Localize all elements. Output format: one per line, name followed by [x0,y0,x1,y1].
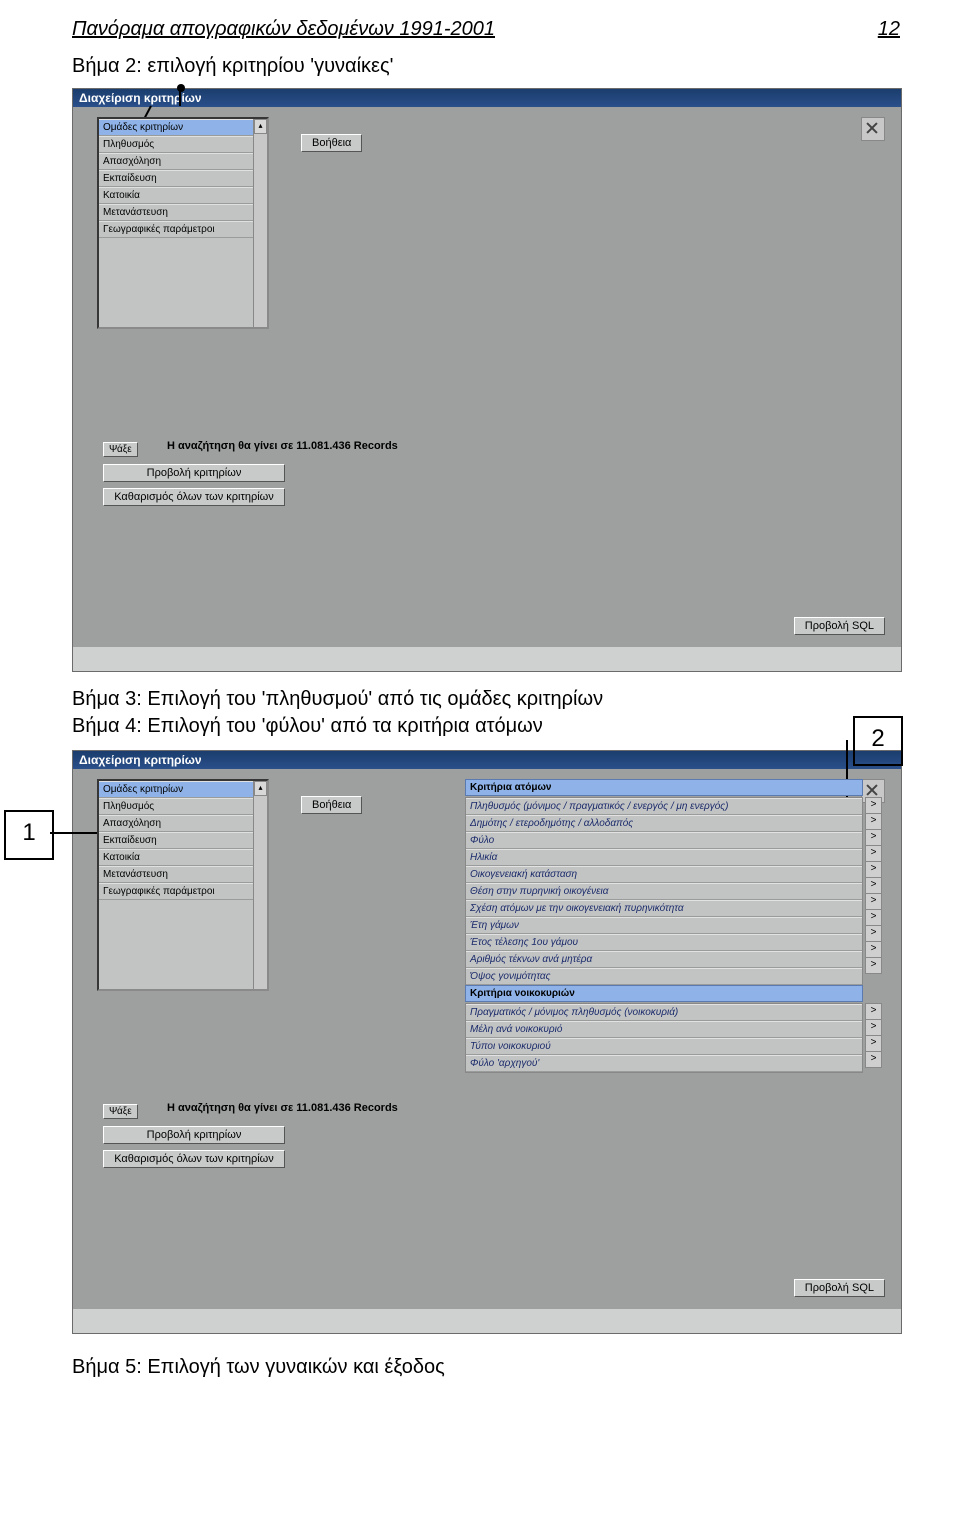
list-item[interactable]: Πληθυσμός (μόνιμος / πραγματικός / ενεργ… [466,798,862,815]
page-header: Πανόραμα απογραφικών δεδομένων 1991-2001… [72,18,900,41]
list-item[interactable]: Πληθυσμός [99,136,267,153]
view-sql-button[interactable]: Προβολή SQL [794,617,885,635]
status-bar [73,647,901,671]
list-item[interactable]: Φύλο 'αρχηγού' [466,1055,862,1072]
close-icon[interactable] [861,117,885,141]
expand-button[interactable]: > [865,813,882,830]
list-item[interactable]: Κατοικία [99,187,267,204]
persons-list: Πληθυσμός (μόνιμος / πραγματικός / ενεργ… [465,797,863,986]
list-item[interactable]: Ηλικία [466,849,862,866]
scrollbar[interactable]: ▴ [253,119,267,327]
view-sql-button[interactable]: Προβολή SQL [794,1279,885,1297]
window-titlebar: Διαχείριση κριτηρίων [73,751,901,769]
expand-button[interactable]: > [865,957,882,974]
doc-title: Πανόραμα απογραφικών δεδομένων 1991-2001 [72,18,495,41]
list-item[interactable]: Όψος γονιμότητας [466,968,862,985]
list-item[interactable]: Δημότης / ετεροδημότης / αλλοδαπός [466,815,862,832]
households-header: Κριτήρια νοικοκυριών [465,985,863,1002]
callout-2: 2 [853,716,903,766]
step4-title: Βήμα 4: Επιλογή του 'φύλου' από τα κριτή… [72,715,960,738]
expand-button[interactable]: > [865,861,882,878]
step2-title: Βήμα 2: επιλογή κριτηρίου 'γυναίκες' [72,55,960,78]
screenshot1: Διαχείριση κριτηρίων Ομάδες κριτηρίων Πλ… [72,88,902,672]
list-item[interactable]: Σχέση ατόμων με την οικογενειακή πυρηνικ… [466,900,862,917]
search-note: Η αναζήτηση θα γίνει σε 11.081.436 Recor… [167,440,398,452]
expand-button[interactable]: > [865,1035,882,1052]
expand-button[interactable]: > [865,893,882,910]
status-bar [73,1309,901,1333]
expand-button[interactable]: > [865,909,882,926]
list-item[interactable]: Ομάδες κριτηρίων [99,781,267,798]
households-list: Πραγματικός / μόνιμος πληθυσμός (νοικοκυ… [465,1003,863,1073]
list-item[interactable]: Πληθυσμός [99,798,267,815]
search-button[interactable]: Ψάξε [103,442,138,457]
view-criteria-button[interactable]: Προβολή κριτηρίων [103,464,285,482]
expand-button[interactable]: > [865,829,882,846]
step5-title: Βήμα 5: Επιλογή των γυναικών και έξοδος [72,1356,960,1379]
scrollbar[interactable]: ▴ [253,781,267,989]
list-item[interactable]: Τύποι νοικοκυριού [466,1038,862,1055]
expand-button[interactable]: > [865,797,882,814]
help-button[interactable]: Βοήθεια [301,796,362,814]
list-item[interactable]: Αριθμός τέκνων ανά μητέρα [466,951,862,968]
search-note: Η αναζήτηση θα γίνει σε 11.081.436 Recor… [167,1102,398,1114]
list-item[interactable]: Εκπαίδευση [99,832,267,849]
list-item[interactable]: Εκπαίδευση [99,170,267,187]
list-item[interactable]: Απασχόληση [99,153,267,170]
expand-button[interactable]: > [865,877,882,894]
clear-all-button[interactable]: Καθαρισμός όλων των κριτηρίων [103,488,285,506]
list-item[interactable]: Μετανάστευση [99,204,267,221]
expand-button[interactable]: > [865,845,882,862]
expand-button[interactable]: > [865,941,882,958]
search-button[interactable]: Ψάξε [103,1104,138,1119]
callout-1: 1 [4,810,54,860]
list-item[interactable]: Απασχόληση [99,815,267,832]
help-button[interactable]: Βοήθεια [301,134,362,152]
list-item[interactable]: Γεωγραφικές παράμετροι [99,883,267,900]
list-item[interactable]: Πραγματικός / μόνιμος πληθυσμός (νοικοκυ… [466,1004,862,1021]
scroll-up-icon[interactable]: ▴ [254,119,267,134]
expand-button[interactable]: > [865,1051,882,1068]
list-item[interactable]: Οικογενειακή κατάσταση [466,866,862,883]
list-item[interactable]: Έτη γάμων [466,917,862,934]
list-item[interactable]: Ομάδες κριτηρίων [99,119,267,136]
screenshot2: 1 2 Διαχείριση κριτηρίων Ομάδες κριτηρίω… [72,750,902,1334]
scroll-up-icon[interactable]: ▴ [254,781,267,796]
view-criteria-button[interactable]: Προβολή κριτηρίων [103,1126,285,1144]
persons-header: Κριτήρια ατόμων [465,779,863,796]
expand-button[interactable]: > [865,1003,882,1020]
list-item[interactable]: Γεωγραφικές παράμετροι [99,221,267,238]
clear-all-button[interactable]: Καθαρισμός όλων των κριτηρίων [103,1150,285,1168]
list-item[interactable]: Μέλη ανά νοικοκυριό [466,1021,862,1038]
arrow-segment [179,88,181,106]
list-item[interactable]: Θέση στην πυρηνική οικογένεια [466,883,862,900]
criteria-groups-list[interactable]: Ομάδες κριτηρίων Πληθυσμός Απασχόληση Εκ… [97,779,269,991]
list-item[interactable]: Κατοικία [99,849,267,866]
window-titlebar: Διαχείριση κριτηρίων [73,89,901,107]
step3-title: Βήμα 3: Επιλογή του 'πληθυσμού' από τις … [72,688,960,711]
list-item[interactable]: Φύλο [466,832,862,849]
page-number: 12 [878,18,900,41]
expand-button[interactable]: > [865,925,882,942]
expand-button[interactable]: > [865,1019,882,1036]
list-item[interactable]: Μετανάστευση [99,866,267,883]
criteria-groups-list[interactable]: Ομάδες κριτηρίων Πληθυσμός Απασχόληση Εκ… [97,117,269,329]
list-item[interactable]: Έτος τέλεσης 1ου γάμου [466,934,862,951]
